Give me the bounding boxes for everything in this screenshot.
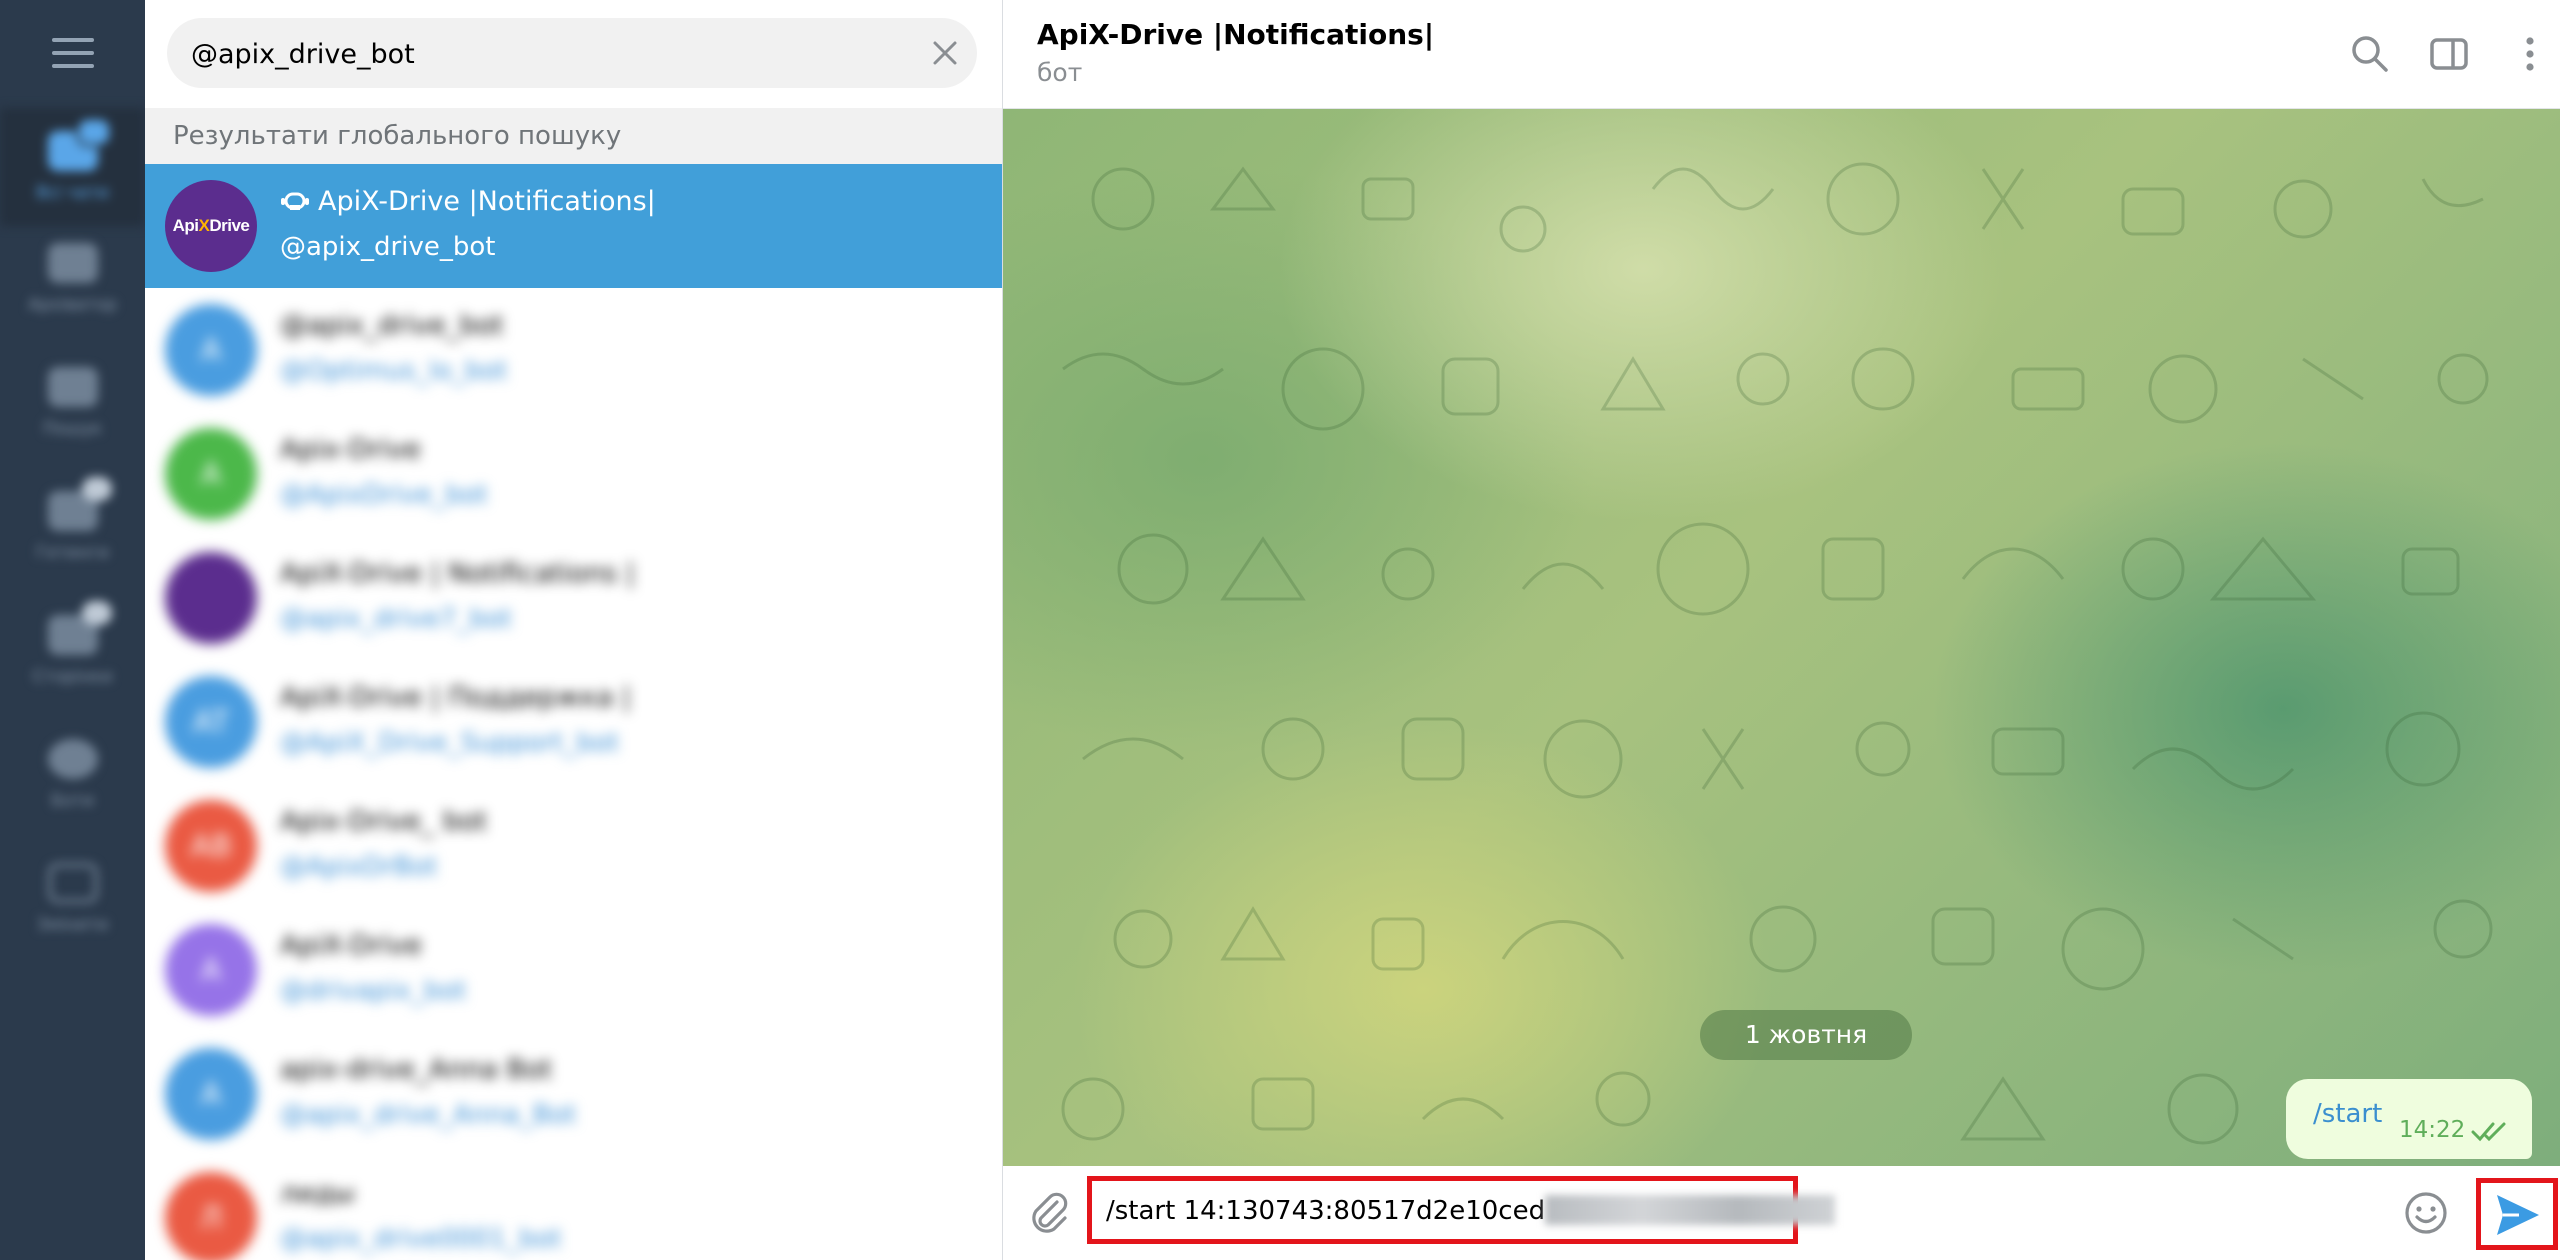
folder-item[interactable]: Сторінки [0, 592, 145, 710]
avatar: AB [165, 800, 257, 892]
avatar: A [165, 428, 257, 520]
message-input[interactable]: /start 14:130743:80517d2e10ced [1087, 1176, 1836, 1244]
folder-all-chats[interactable]: Всі чати [0, 108, 145, 226]
search-result[interactable]: AT ApiX-Drive | Поддержка | @ApiX_Drive_… [145, 660, 1002, 784]
bot-folder-icon [47, 739, 98, 779]
folder-icon [47, 601, 112, 655]
folder-item[interactable]: Пошук [0, 344, 145, 462]
send-button[interactable] [2476, 1178, 2558, 1250]
search-result[interactable]: A @apix_drive_bot @Optimus_lo_bot [145, 288, 1002, 412]
folder-item[interactable]: Гетинги [0, 468, 145, 586]
folder-icon [47, 367, 98, 407]
global-search-header: Результати глобального пошуку [145, 108, 1002, 164]
result-name: ApiX-Drive | Поддержка | [280, 682, 632, 713]
result-handle: @apix_drive7_bot [280, 604, 512, 634]
menu-icon[interactable] [52, 38, 94, 70]
result-handle: @ApiX_Drive_Support_bot [280, 728, 620, 758]
wallpaper-pattern [1061, 162, 2493, 1145]
result-name: ApiX-Drive | Notifications | [280, 558, 635, 589]
result-handle: @apix_drive_Anna_Bot [280, 1100, 577, 1130]
result-handle: @ApixDrive_bot [280, 480, 488, 510]
redacted-token [1545, 1195, 1836, 1225]
avatar: A [165, 1048, 257, 1140]
emoji-icon[interactable] [2403, 1190, 2449, 1236]
search-input[interactable] [189, 18, 893, 90]
double-check-icon [2471, 1122, 2506, 1142]
folder-item[interactable]: Боти [0, 716, 145, 834]
message-time: 14:22 [2399, 1117, 2466, 1143]
search-result[interactable]: ApiX-Drive | Notifications | @apix_drive… [145, 536, 1002, 660]
chat-area: ApiX-Drive |Notifications| бот 1 жовтня … [1003, 0, 2560, 1260]
result-handle: @ApixDrBot [280, 852, 438, 882]
result-name: лиды [280, 1178, 355, 1209]
chat-subtitle: бот [1037, 58, 1083, 87]
folder-item[interactable]: Архіватор [0, 220, 145, 338]
message-input-text: /start 14:130743:80517d2e10ced [1106, 1196, 1546, 1226]
search-result-selected[interactable]: ApiXDrive ApiX-Drive |Notifications| @ap… [145, 164, 1002, 288]
close-icon[interactable] [931, 39, 959, 67]
result-handle: @drivapix_bot [280, 976, 467, 1006]
folder-label: Архіватор [28, 295, 117, 315]
bot-icon [281, 192, 309, 210]
avatar: A [165, 924, 257, 1016]
send-icon [2497, 1195, 2539, 1235]
search-result[interactable]: A ApiX-Drive @drivapix_bot [145, 908, 1002, 1032]
folder-label: Змінити [36, 915, 109, 935]
result-name: ApiX-Drive [280, 930, 422, 961]
result-name-text: ApiX-Drive |Notifications| [318, 186, 656, 217]
folder-rail: Всі чати Архіватор Пошук Гетинги Сторінк… [0, 0, 145, 1260]
avatar: Л [165, 1172, 257, 1260]
result-name: Apix-Drive [280, 434, 421, 465]
folder-item[interactable]: Змінити [0, 840, 145, 958]
folder-label: Всі чати [36, 183, 109, 203]
search-panel: Результати глобального пошуку ApiXDrive … [145, 0, 1003, 1260]
message-text[interactable]: /start [2313, 1099, 2382, 1129]
avatar: ApiXDrive [165, 180, 257, 272]
edit-folders-icon [47, 863, 98, 903]
result-name: @apix_drive_bot [280, 310, 504, 341]
avatar [165, 552, 257, 644]
result-handle: @apix_drive_bot [280, 232, 496, 262]
sidebar-toggle-icon[interactable] [2427, 32, 2471, 76]
result-handle: @apix_drive0001_bot [280, 1224, 562, 1254]
folder-label: Гетинги [36, 543, 109, 563]
message-composer: /start 14:130743:80517d2e10ced [1003, 1166, 2560, 1260]
date-separator: 1 жовтня [1700, 1010, 1912, 1060]
result-name: ApiX-Drive |Notifications| [280, 186, 656, 217]
paperclip-icon[interactable] [1027, 1190, 1073, 1236]
search-result[interactable]: A apix-drive_Anna Bot @apix_drive_Anna_B… [145, 1032, 1002, 1156]
search-box [167, 18, 977, 90]
avatar: AT [165, 676, 257, 768]
chat-background: 1 жовтня /start 14:22 [1003, 109, 2560, 1166]
folder-label: Боти [50, 791, 94, 811]
result-name: apix-drive_Anna Bot [280, 1054, 553, 1085]
result-name: Apix-Drive_ bot [280, 806, 488, 837]
folder-icon [47, 477, 112, 531]
search-icon[interactable] [2348, 32, 2392, 76]
avatar: A [165, 304, 257, 396]
result-handle: @Optimus_lo_bot [280, 356, 508, 386]
folder-label: Сторінки [32, 667, 113, 687]
search-result[interactable]: Л лиды @apix_drive0001_bot [145, 1156, 1002, 1260]
folder-icon [47, 243, 98, 283]
more-options-icon[interactable] [2508, 32, 2552, 76]
chats-folder-icon [47, 117, 112, 171]
search-result[interactable]: AB Apix-Drive_ bot @ApixDrBot [145, 784, 1002, 908]
folder-label: Пошук [42, 419, 103, 439]
chat-header: ApiX-Drive |Notifications| бот [1003, 0, 2560, 109]
outgoing-message[interactable]: /start 14:22 [2286, 1079, 2532, 1159]
apix-drive-logo: ApiXDrive [172, 216, 250, 235]
chat-title[interactable]: ApiX-Drive |Notifications| [1037, 18, 1434, 51]
search-result[interactable]: A Apix-Drive @ApixDrive_bot [145, 412, 1002, 536]
